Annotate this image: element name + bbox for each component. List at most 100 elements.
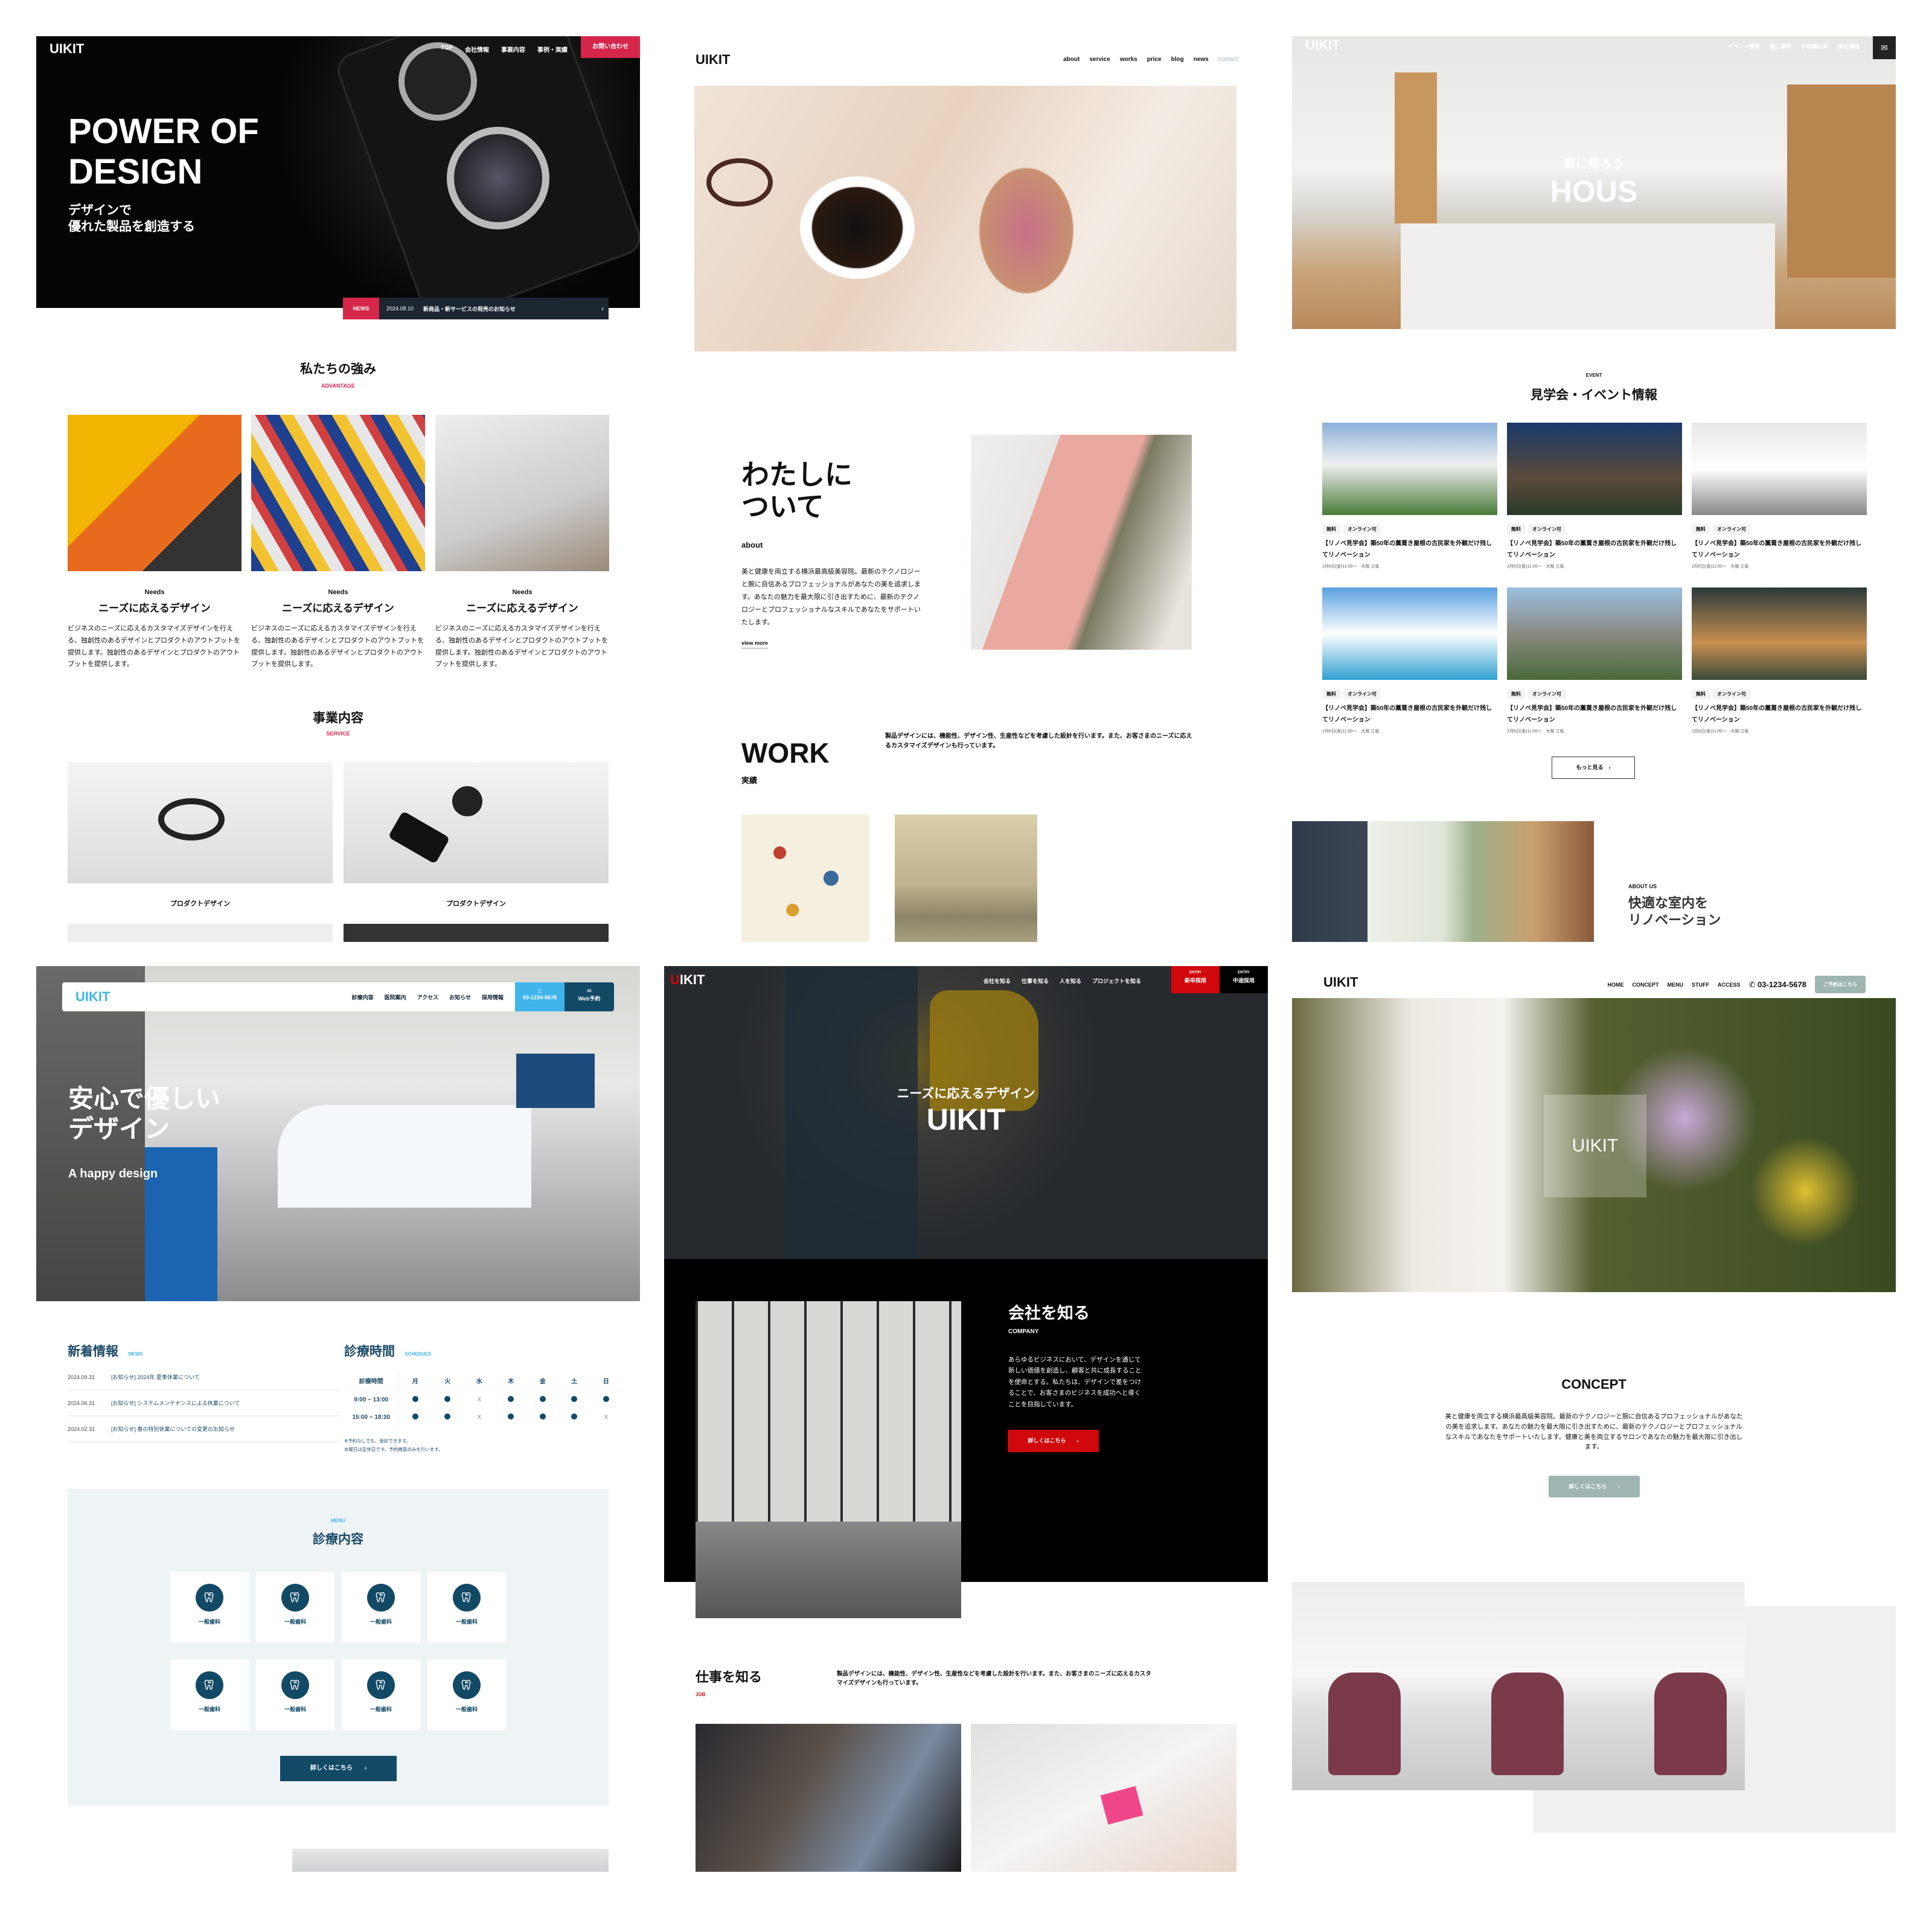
menu-card[interactable]: 一般歯科: [342, 1572, 420, 1642]
news-item[interactable]: 2024.06.31 [お知らせ] システムメンテナンスによる休業について: [68, 1391, 341, 1417]
nav-works[interactable]: works: [1120, 56, 1137, 63]
nav-event[interactable]: イベント情報: [1727, 42, 1760, 50]
event-tags: 無料 オンライン可: [1507, 688, 1682, 699]
tooth-icon: [453, 1671, 481, 1699]
logo[interactable]: UIKIT: [670, 972, 705, 988]
nav-people[interactable]: 人を知る: [1060, 977, 1081, 985]
job-eyebrow: JOB: [696, 1692, 706, 1697]
about-title-line: ついて: [741, 490, 824, 522]
nav-home[interactable]: HOME: [1607, 982, 1623, 988]
menu-card[interactable]: 一般歯科: [256, 1572, 334, 1642]
nav-job[interactable]: 仕事を知る: [1022, 977, 1049, 985]
nav-company[interactable]: 会社情報: [1838, 42, 1860, 50]
hero-subtitle-line: デザインで: [68, 203, 132, 217]
advantage-card: Needs ニーズに応えるデザイン ビジネスのニーズに応えるカスタマイズデザイン…: [435, 589, 609, 671]
phone-link[interactable]: ✆ 03-1234-5678: [1749, 980, 1807, 990]
schedule-header: 診療時間 SCHEDULE: [344, 1342, 431, 1360]
tooth-icon: [196, 1584, 223, 1612]
nav-blog[interactable]: blog: [1171, 56, 1184, 63]
nav-top[interactable]: TOP: [441, 45, 453, 54]
work-image: [895, 815, 1037, 942]
nav-works[interactable]: 施工事例: [1770, 42, 1791, 50]
news-eyebrow: NEWS: [128, 1351, 143, 1357]
logo[interactable]: UIKIT: [1305, 37, 1340, 53]
menu-card-label: 一般歯科: [198, 1706, 220, 1712]
menu-card[interactable]: 一般歯科: [256, 1659, 334, 1730]
hero-subtitle: 家に帰ろう: [1564, 158, 1624, 171]
news-item[interactable]: 2024.09.31 [お知らせ] 2024年 夏季休業について: [68, 1365, 341, 1391]
event-image[interactable]: [1322, 423, 1497, 515]
nav-recruit[interactable]: 採用情報: [482, 993, 504, 1001]
details-button[interactable]: 詳しくはこちら ›: [1008, 1430, 1099, 1452]
logo[interactable]: UIKIT: [75, 989, 110, 1005]
event-image[interactable]: [1322, 587, 1497, 680]
office-image: [696, 1301, 961, 1618]
nav-menu[interactable]: 診療内容: [352, 993, 374, 1001]
event-card[interactable]: 無料 オンライン可 【リノベ見学会】築50年の藁葺き屋根の古民家を外観だけ残してリ…: [1507, 688, 1682, 734]
details-button[interactable]: 詳しくはこちら ›: [280, 1756, 397, 1781]
event-image[interactable]: [1507, 587, 1682, 680]
main-nav: 診療内容 医院案内 アクセス お知らせ 採用情報: [352, 993, 504, 1001]
nav-project[interactable]: プロジェクトを知る: [1092, 977, 1141, 985]
event-card[interactable]: 無料 オンライン可 【リノベ見学会】築50年の藁葺き屋根の古民家を外観だけ残してリ…: [1507, 523, 1682, 569]
nav-stuff[interactable]: STUFF: [1692, 982, 1709, 988]
nav-about[interactable]: about: [1063, 56, 1080, 63]
advantage-image: [251, 415, 425, 571]
view-more-link[interactable]: view more: [741, 640, 769, 648]
nav-service[interactable]: 事業内容: [501, 45, 525, 54]
phone-button[interactable]: ▯ 03-1234-5678: [515, 982, 565, 1011]
contact-button[interactable]: お問い合わせ: [581, 36, 640, 58]
event-title: 【リノベ見学会】築50年の藁葺き屋根の古民家を外観だけ残してリノベーション: [1507, 540, 1677, 559]
mail-button[interactable]: ✉: [1873, 36, 1896, 59]
section-eyebrow: EVENT: [1585, 373, 1602, 378]
work-description: 製品デザインには、機能性、デザイン性、生産性などを考慮した設計を行います。また、…: [885, 733, 1192, 749]
web-reserve-button[interactable]: ✉ Web予約: [565, 982, 614, 1011]
menu-card-label: 一般歯科: [284, 1619, 306, 1625]
event-image[interactable]: [1692, 423, 1867, 515]
menu-card[interactable]: 一般歯科: [170, 1659, 249, 1730]
nav-menu[interactable]: MENU: [1667, 982, 1683, 988]
menu-card[interactable]: 一般歯科: [342, 1659, 420, 1730]
event-image[interactable]: [1692, 587, 1867, 680]
entry-mid-career-button[interactable]: ENTRY 中途採用: [1220, 966, 1268, 993]
nav-company[interactable]: 会社を知る: [984, 977, 1011, 985]
nav-news[interactable]: お知らせ: [449, 993, 471, 1001]
event-card[interactable]: 無料 オンライン可 【リノベ見学会】築50年の藁葺き屋根の古民家を外観だけ残してリ…: [1322, 523, 1497, 569]
event-image[interactable]: [1507, 423, 1682, 515]
reserve-button[interactable]: ご予約はこちら: [1815, 976, 1866, 993]
event-card[interactable]: 無料 オンライン可 【リノベ見学会】築50年の藁葺き屋根の古民家を外観だけ残してリ…: [1692, 523, 1867, 569]
menu-card[interactable]: 一般歯科: [427, 1572, 506, 1642]
event-date: 2月6日(金)11:00〜 大阪 江坂: [1692, 729, 1749, 734]
about-title: わたしに ついて: [741, 459, 852, 523]
event-card[interactable]: 無料 オンライン可 【リノベ見学会】築50年の藁葺き屋根の古民家を外観だけ残してリ…: [1322, 688, 1497, 734]
details-button[interactable]: 詳しくはこちら ›: [1549, 1476, 1640, 1497]
main-nav: about service works price blog news cont…: [1063, 56, 1238, 63]
event-tags: 無料 オンライン可: [1692, 523, 1867, 534]
news-item[interactable]: 2024.02.31 [お知らせ] 春の特別休業についての変更のお知らせ: [68, 1417, 341, 1442]
nav-access[interactable]: ACCESS: [1718, 982, 1741, 988]
logo[interactable]: UIKIT: [1323, 975, 1358, 990]
nav-voice[interactable]: お客様の声: [1801, 42, 1828, 50]
logo[interactable]: UIKIT: [696, 52, 730, 68]
nav-service[interactable]: service: [1089, 56, 1110, 63]
schedule-row: 9:00 ~ 13:00 X: [344, 1391, 622, 1409]
schedule-head-cell: 月: [398, 1371, 432, 1391]
nav-concept[interactable]: CONCEPT: [1632, 982, 1659, 988]
nav-access[interactable]: アクセス: [417, 993, 439, 1001]
card-title: ニーズに応えるデザイン: [98, 603, 211, 614]
nav-clinic[interactable]: 医院案内: [385, 993, 406, 1001]
event-card[interactable]: 無料 オンライン可 【リノベ見学会】築50年の藁葺き屋根の古民家を外観だけ残してリ…: [1692, 688, 1867, 734]
entry-new-grad-button[interactable]: ENTRY 新卒採用: [1171, 966, 1220, 993]
nav-news[interactable]: news: [1194, 56, 1209, 63]
more-button[interactable]: もっと見る ›: [1552, 757, 1635, 779]
nav-price[interactable]: price: [1147, 56, 1162, 63]
event-date: 2月6日(金)11:00〜 大阪 江坂: [1692, 565, 1749, 569]
menu-card[interactable]: 一般歯科: [170, 1572, 249, 1642]
nav-company[interactable]: 会社情報: [465, 45, 489, 54]
nav-contact[interactable]: contact: [1218, 56, 1238, 63]
news-bar[interactable]: NEWS 2024.08.10 新商品・新サービスの発売のお知らせ ›: [343, 298, 609, 319]
entry-label: 中途採用: [1232, 978, 1255, 984]
menu-card[interactable]: 一般歯科: [427, 1659, 506, 1730]
logo[interactable]: UIKIT: [50, 41, 84, 57]
nav-works[interactable]: 事例・実績: [537, 45, 568, 54]
